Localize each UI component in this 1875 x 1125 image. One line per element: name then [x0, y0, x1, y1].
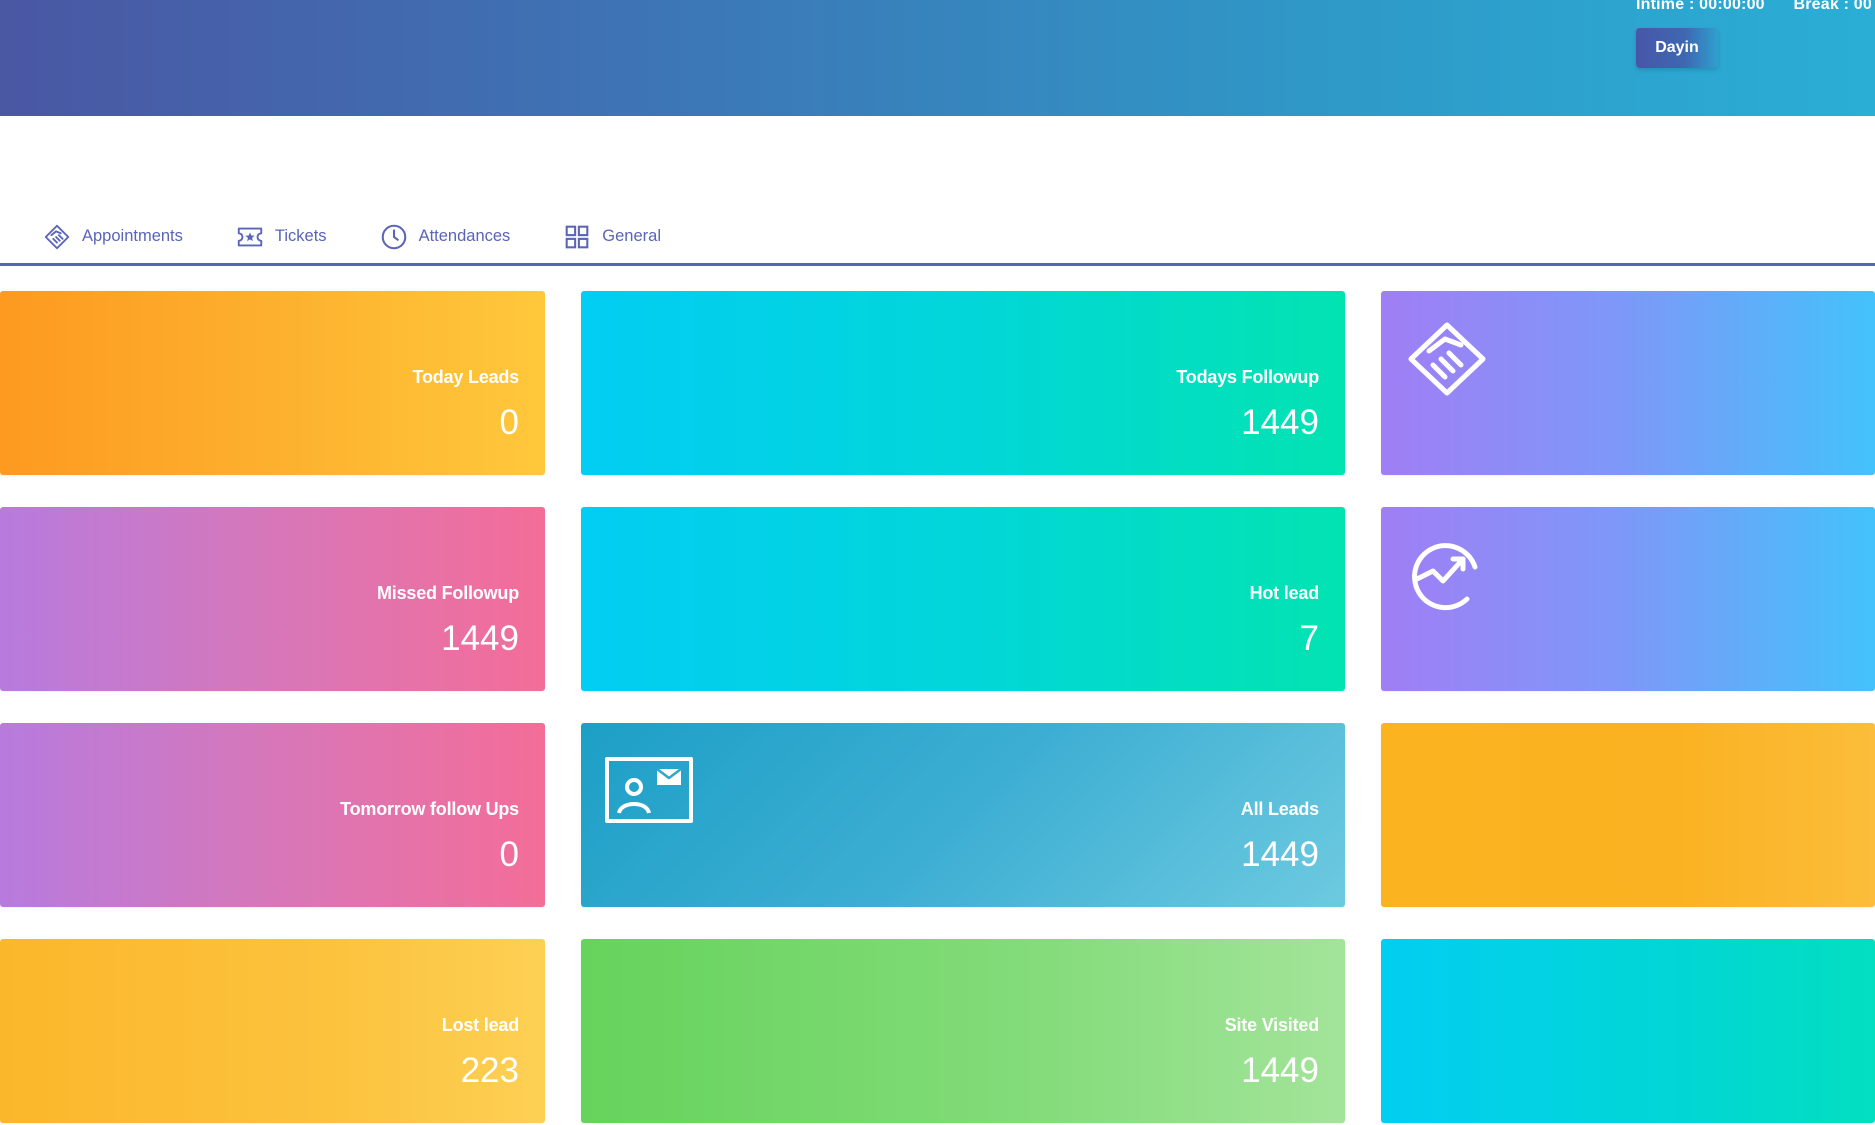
aqua-card[interactable]: [1381, 939, 1875, 1123]
all-leads-card[interactable]: All Leads 1449: [581, 723, 1345, 907]
ticket-icon: [237, 227, 263, 246]
growth-chart-icon: [1412, 543, 1478, 611]
handshake-icon: [44, 224, 70, 249]
tab-attendances[interactable]: Attendances: [379, 215, 511, 259]
card-value: 1449: [1241, 835, 1319, 874]
card-label: Lost lead: [441, 1015, 519, 1035]
tab-label: General: [602, 227, 661, 245]
site-visited-card[interactable]: Site Visited 1449: [581, 939, 1345, 1123]
today-leads-card[interactable]: Today Leads 0: [0, 291, 545, 475]
card-label: All Leads: [1240, 799, 1319, 819]
tab-general[interactable]: General: [562, 215, 661, 259]
card-value: 223: [460, 1051, 519, 1090]
top-header: Intime : 00:00:00 Break : 00 Dayin: [0, 0, 1875, 116]
tab-label: Attendances: [418, 227, 511, 245]
missed-followup-card[interactable]: Missed Followup 1449: [0, 507, 545, 691]
card-value: 0: [499, 835, 519, 874]
card-label: Site Visited: [1224, 1015, 1320, 1035]
dayin-button[interactable]: Dayin: [1636, 28, 1718, 68]
card-value: 1449: [1241, 1051, 1319, 1090]
card-value: 0: [499, 403, 519, 442]
card-value: 1449: [1241, 403, 1319, 442]
clock-icon: [381, 224, 406, 249]
break-text: Break : 00: [1793, 0, 1872, 13]
todays-followup-card[interactable]: Todays Followup 1449: [581, 291, 1345, 475]
card-value: 7: [1299, 619, 1319, 658]
card-label: Todays Followup: [1176, 367, 1319, 387]
tab-tickets[interactable]: Tickets: [235, 215, 327, 259]
tab-bar: Appointments Tickets Attendances General: [0, 210, 1875, 266]
handshake-icon: [1408, 322, 1486, 396]
card-label: Today Leads: [412, 367, 520, 387]
hot-lead-card[interactable]: Hot lead 7: [581, 507, 1345, 691]
growth-card[interactable]: [1381, 507, 1875, 691]
card-label: Missed Followup: [376, 583, 519, 603]
lost-lead-card[interactable]: Lost lead 223: [0, 939, 545, 1123]
grid-icon: [565, 225, 589, 248]
contact-card-icon: [605, 757, 693, 823]
tab-appointments[interactable]: Appointments: [42, 215, 183, 259]
card-label: Hot lead: [1249, 583, 1320, 603]
card-value: 1449: [441, 619, 519, 658]
tab-label: Appointments: [82, 227, 183, 245]
tomorrow-followups-card[interactable]: Tomorrow follow Ups 0: [0, 723, 545, 907]
tab-label: Tickets: [274, 227, 327, 245]
card-label: Tomorrow follow Ups: [340, 799, 519, 819]
intime-text: Intime : 00:00:00: [1636, 0, 1765, 13]
handshake-card[interactable]: [1381, 291, 1875, 475]
timer-readout: Intime : 00:00:00 Break : 00: [1636, 0, 1872, 14]
yellow-card[interactable]: [1381, 723, 1875, 907]
